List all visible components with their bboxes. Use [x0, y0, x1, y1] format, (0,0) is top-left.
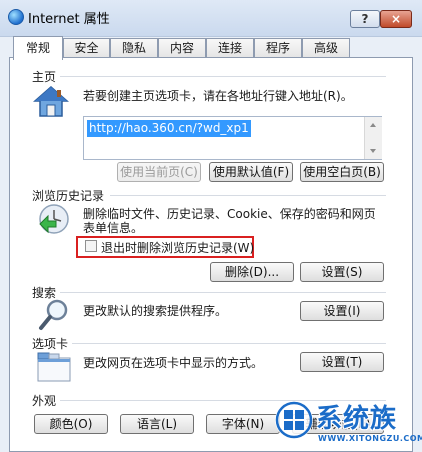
delete-on-exit-checkbox[interactable] — [85, 240, 97, 252]
history-description-line2: 表单信息。 — [83, 221, 144, 235]
use-blank-button[interactable]: 使用空白页(B) — [300, 162, 384, 182]
tabs-settings-button[interactable]: 设置(T) — [300, 352, 384, 372]
use-current-button[interactable]: 使用当前页(C) — [117, 162, 201, 182]
close-button[interactable]: × — [380, 10, 412, 28]
delete-history-button[interactable]: 删除(D)... — [210, 262, 294, 282]
window-title: Internet 属性 — [28, 12, 110, 27]
watermark-url: WWW.XITONGZU.COM — [318, 434, 422, 443]
tab-connections[interactable]: 连接 — [206, 38, 254, 58]
history-clock-icon — [36, 202, 72, 236]
tabs-section-description: 更改网页在选项卡中显示的方式。 — [83, 356, 264, 370]
windows-logo-icon — [274, 400, 314, 440]
history-divider — [110, 195, 386, 196]
homepage-label: 主页 — [32, 70, 57, 84]
tabs-section-label: 选项卡 — [32, 337, 69, 351]
tabs-section-divider — [72, 343, 386, 344]
colors-button[interactable]: 颜色(O) — [34, 414, 108, 434]
tab-content[interactable]: 内容 — [158, 38, 206, 58]
appearance-label: 外观 — [32, 394, 57, 408]
tab-security[interactable]: 安全 — [63, 38, 110, 58]
homepage-divider — [60, 76, 386, 77]
languages-button[interactable]: 语言(L) — [120, 414, 194, 434]
tab-advanced[interactable]: 高级 — [302, 38, 350, 58]
internet-explorer-icon — [8, 9, 24, 25]
history-settings-button[interactable]: 设置(S) — [300, 262, 384, 282]
tab-general[interactable]: 常规 — [13, 36, 63, 60]
magnifier-icon — [38, 298, 70, 332]
watermark-brand: 系统族 — [316, 404, 398, 434]
tabbed-window-icon — [37, 352, 71, 382]
search-description: 更改默认的搜索提供程序。 — [83, 304, 228, 318]
tab-privacy[interactable]: 隐私 — [110, 38, 158, 58]
fonts-button[interactable]: 字体(N) — [206, 414, 280, 434]
delete-on-exit-label[interactable]: 退出时删除浏览历史记录(W) — [101, 239, 254, 256]
homepage-url-value: http://hao.360.cn/?wd_xp1 — [87, 120, 251, 137]
search-settings-button[interactable]: 设置(I) — [300, 301, 384, 321]
homepage-description: 若要创建主页选项卡，请在各地址行键入地址(R)。 — [83, 89, 353, 103]
house-icon — [32, 84, 70, 120]
help-button[interactable]: ? — [350, 10, 380, 28]
use-default-button[interactable]: 使用默认值(F) — [209, 162, 293, 182]
url-scrollbar[interactable] — [364, 117, 382, 159]
tab-programs[interactable]: 程序 — [254, 38, 302, 58]
search-divider — [60, 292, 386, 293]
